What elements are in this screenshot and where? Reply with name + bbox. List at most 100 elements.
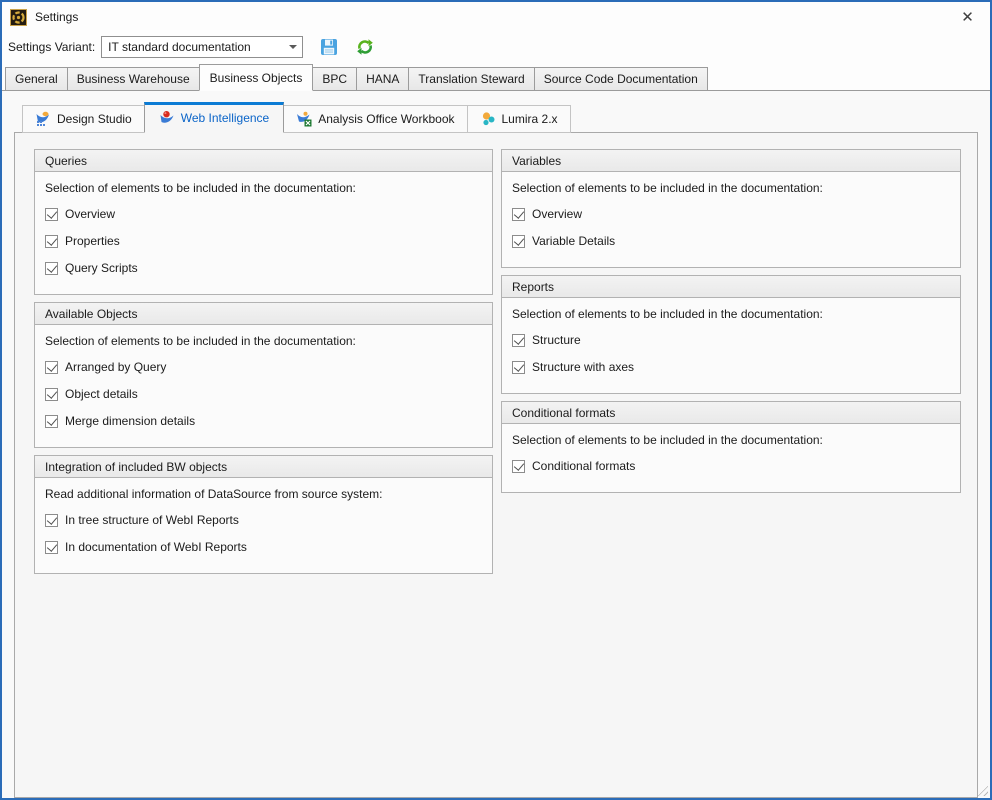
checkbox-label: Structure xyxy=(532,333,581,347)
title-bar[interactable]: Settings ✕ xyxy=(2,2,990,32)
tab-bpc[interactable]: BPC xyxy=(312,67,357,91)
checkbox-label: Conditional formats xyxy=(532,459,635,473)
business-objects-tab-page: Design Studio Web Intelligence Analysis … xyxy=(2,90,990,798)
variant-toolbar: Settings Variant: IT standard documentat… xyxy=(2,32,990,62)
group-conditional-formats: Conditional formats Selection of element… xyxy=(501,401,961,493)
subtab-label: Design Studio xyxy=(57,112,132,126)
checkbox-row-structure-with-axes[interactable]: Structure with axes xyxy=(512,358,950,376)
group-conditional-formats-header: Conditional formats xyxy=(502,402,960,424)
group-reports-header: Reports xyxy=(502,276,960,298)
settings-variant-dropdown[interactable]: IT standard documentation xyxy=(101,36,303,58)
group-integration-bw-objects-header: Integration of included BW objects xyxy=(35,456,492,478)
save-variant-button[interactable] xyxy=(319,37,339,57)
checkbox-label: Overview xyxy=(532,207,582,221)
checkbox-label: Arranged by Query xyxy=(65,360,166,374)
checkbox-label: In tree structure of WebI Reports xyxy=(65,513,239,527)
tab-label: BPC xyxy=(322,72,347,86)
checkbox-label: Object details xyxy=(65,387,138,401)
lumira-icon xyxy=(480,111,496,127)
left-column: Queries Selection of elements to be incl… xyxy=(34,149,493,797)
group-queries-header: Queries xyxy=(35,150,492,172)
group-available-objects-header: Available Objects xyxy=(35,303,492,325)
checkbox[interactable] xyxy=(512,460,525,473)
group-intro: Selection of elements to be included in … xyxy=(512,307,950,321)
main-tab-strip: General Business Warehouse Business Obje… xyxy=(2,64,990,90)
checkbox[interactable] xyxy=(45,388,58,401)
subtab-web-intelligence[interactable]: Web Intelligence xyxy=(144,102,285,133)
checkbox-row-documentation-webi[interactable]: In documentation of WebI Reports xyxy=(45,538,482,556)
checkbox[interactable] xyxy=(512,208,525,221)
subtab-lumira[interactable]: Lumira 2.x xyxy=(467,105,571,133)
checkbox-label: Overview xyxy=(65,207,115,221)
checkbox[interactable] xyxy=(45,415,58,428)
checkbox-row-tree-structure-webi[interactable]: In tree structure of WebI Reports xyxy=(45,511,482,529)
checkbox-row-query-scripts[interactable]: Query Scripts xyxy=(45,259,482,277)
group-title: Available Objects xyxy=(45,307,138,321)
tab-business-objects[interactable]: Business Objects xyxy=(199,64,314,91)
group-variables: Variables Selection of elements to be in… xyxy=(501,149,961,268)
group-reports: Reports Selection of elements to be incl… xyxy=(501,275,961,394)
checkbox-label: Variable Details xyxy=(532,234,615,248)
tab-label: Business Warehouse xyxy=(77,72,190,86)
checkbox-label: Query Scripts xyxy=(65,261,138,275)
checkbox-row-properties[interactable]: Properties xyxy=(45,232,482,250)
checkbox-label: In documentation of WebI Reports xyxy=(65,540,247,554)
web-intelligence-icon xyxy=(159,110,175,126)
checkbox-label: Merge dimension details xyxy=(65,414,195,428)
checkbox-row-merge-dimension-details[interactable]: Merge dimension details xyxy=(45,412,482,430)
checkbox-row-object-details[interactable]: Object details xyxy=(45,385,482,403)
save-icon xyxy=(320,38,338,56)
close-button[interactable]: ✕ xyxy=(945,2,990,32)
checkbox[interactable] xyxy=(512,235,525,248)
refresh-variants-button[interactable] xyxy=(355,37,375,57)
group-intro: Selection of elements to be included in … xyxy=(45,181,482,195)
group-integration-bw-objects: Integration of included BW objects Read … xyxy=(34,455,493,574)
checkbox-row-arranged-by-query[interactable]: Arranged by Query xyxy=(45,358,482,376)
checkbox-label: Properties xyxy=(65,234,120,248)
group-title: Variables xyxy=(512,154,561,168)
tab-translation-steward[interactable]: Translation Steward xyxy=(408,67,534,91)
checkbox-row-structure[interactable]: Structure xyxy=(512,331,950,349)
settings-variant-value: IT standard documentation xyxy=(102,40,284,54)
checkbox[interactable] xyxy=(512,361,525,374)
tab-general[interactable]: General xyxy=(5,67,68,91)
group-intro: Read additional information of DataSourc… xyxy=(45,487,482,501)
group-title: Conditional formats xyxy=(512,406,615,420)
group-intro: Selection of elements to be included in … xyxy=(45,334,482,348)
checkbox[interactable] xyxy=(512,334,525,347)
checkbox-row-overview[interactable]: Overview xyxy=(45,205,482,223)
tab-hana[interactable]: HANA xyxy=(356,67,409,91)
sub-tab-strip: Design Studio Web Intelligence Analysis … xyxy=(22,102,978,132)
checkbox[interactable] xyxy=(45,361,58,374)
tab-label: Source Code Documentation xyxy=(544,72,698,86)
chevron-down-icon[interactable] xyxy=(284,37,302,57)
group-variables-header: Variables xyxy=(502,150,960,172)
subtab-label: Analysis Office Workbook xyxy=(318,112,454,126)
refresh-icon xyxy=(356,38,374,56)
subtab-design-studio[interactable]: Design Studio xyxy=(22,105,145,133)
subtab-label: Web Intelligence xyxy=(181,111,270,125)
tab-label: Business Objects xyxy=(210,71,303,85)
checkbox[interactable] xyxy=(45,514,58,527)
checkbox[interactable] xyxy=(45,208,58,221)
group-intro: Selection of elements to be included in … xyxy=(512,181,950,195)
settings-dialog: Settings ✕ Settings Variant: IT standard… xyxy=(0,0,992,800)
tab-source-code-documentation[interactable]: Source Code Documentation xyxy=(534,67,708,91)
group-title: Queries xyxy=(45,154,87,168)
tab-business-warehouse[interactable]: Business Warehouse xyxy=(67,67,200,91)
app-icon xyxy=(10,9,27,26)
window-title: Settings xyxy=(35,10,78,24)
design-studio-icon xyxy=(35,111,51,127)
checkbox-row-variable-details[interactable]: Variable Details xyxy=(512,232,950,250)
group-title: Reports xyxy=(512,280,554,294)
checkbox-row-variables-overview[interactable]: Overview xyxy=(512,205,950,223)
checkbox-row-conditional-formats[interactable]: Conditional formats xyxy=(512,457,950,475)
subtab-analysis-office-workbook[interactable]: Analysis Office Workbook xyxy=(283,105,467,133)
checkbox[interactable] xyxy=(45,541,58,554)
checkbox[interactable] xyxy=(45,235,58,248)
checkbox-label: Structure with axes xyxy=(532,360,634,374)
group-title: Integration of included BW objects xyxy=(45,460,227,474)
settings-variant-label: Settings Variant: xyxy=(8,40,95,54)
checkbox[interactable] xyxy=(45,262,58,275)
tab-label: Translation Steward xyxy=(418,72,524,86)
